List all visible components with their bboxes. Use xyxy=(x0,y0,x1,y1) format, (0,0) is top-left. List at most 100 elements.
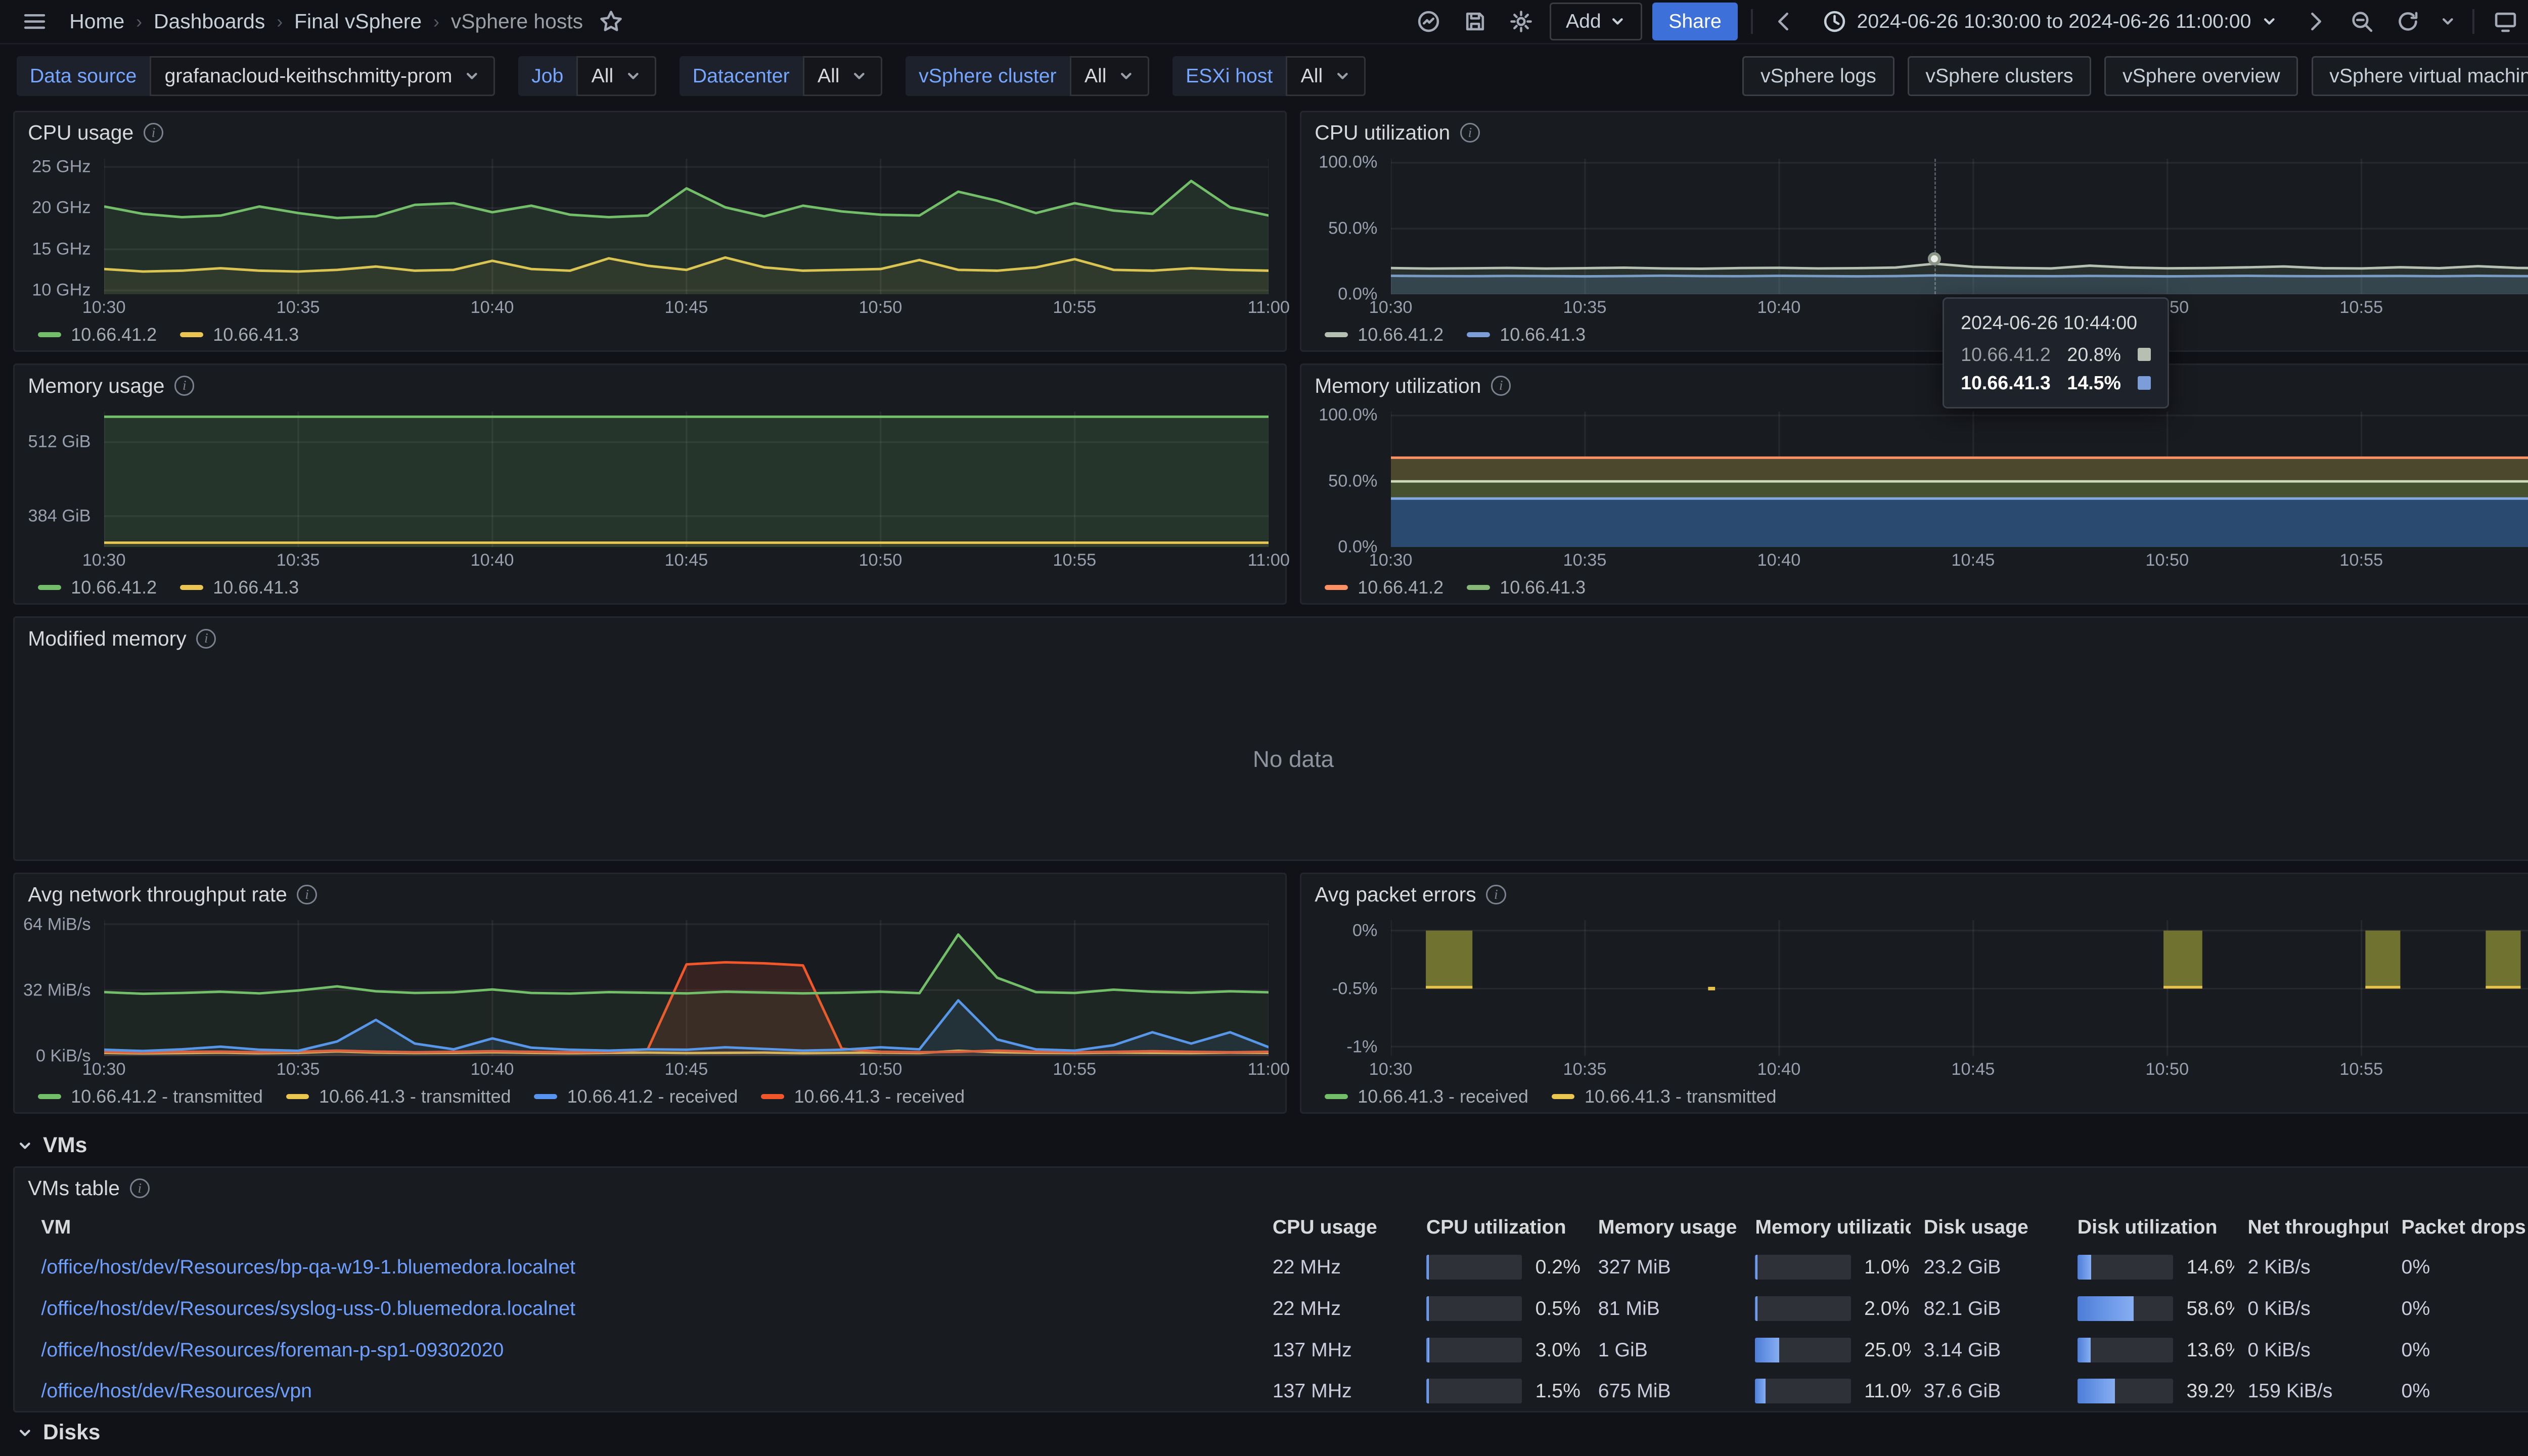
info-icon[interactable]: i xyxy=(1486,885,1506,904)
y-axis-label: -1% xyxy=(1346,1037,1377,1057)
tooltip-series-name: 10.66.41.2 xyxy=(1961,344,2051,366)
legend-item[interactable]: 10.66.41.2 xyxy=(1325,577,1443,598)
column-header[interactable]: Disk usage xyxy=(1911,1209,2064,1247)
breadcrumb-dashboards[interactable]: Dashboards xyxy=(154,10,265,33)
link-vsphere-overview[interactable]: vSphere overview xyxy=(2104,56,2298,96)
dashboard-settings-icon[interactable] xyxy=(1503,5,1540,38)
breadcrumb-folder[interactable]: Final vSphere xyxy=(294,10,422,33)
kiosk-mode-icon[interactable] xyxy=(2488,5,2524,38)
legend-swatch xyxy=(38,332,61,337)
time-shift-back-icon[interactable] xyxy=(1766,5,1802,38)
vm-link[interactable]: /office/host/dev/Resources/foreman-p-sp1… xyxy=(41,1339,504,1361)
legend-label: 10.66.41.3 - transmitted xyxy=(319,1086,511,1107)
share-button[interactable]: Share xyxy=(1652,3,1738,40)
legend-swatch xyxy=(38,585,61,590)
legend-item[interactable]: 10.66.41.2 - transmitted xyxy=(38,1086,263,1107)
time-range-picker[interactable]: 2024-06-26 10:30:00 to 2024-06-26 11:00:… xyxy=(1812,3,2287,40)
info-icon[interactable]: i xyxy=(130,1178,150,1198)
vm-link[interactable]: /office/host/dev/Resources/syslog-uss-0.… xyxy=(41,1297,575,1320)
datacenter-select[interactable]: All xyxy=(803,56,882,96)
x-axis-label: 10:50 xyxy=(2145,551,2189,570)
plot-memory-usage[interactable] xyxy=(104,412,1269,548)
job-select[interactable]: All xyxy=(576,56,656,96)
legend-item[interactable]: 10.66.41.2 - received xyxy=(534,1086,738,1107)
chart-canvas xyxy=(104,412,1269,548)
x-axis-label: 10:40 xyxy=(471,298,514,317)
panel-header: Avg packet errors i xyxy=(1301,874,2528,916)
legend-item[interactable]: 10.66.41.2 xyxy=(1325,324,1443,345)
esxi-host-select[interactable]: All xyxy=(1286,56,1365,96)
info-icon[interactable]: i xyxy=(1491,376,1511,395)
column-header[interactable]: VM xyxy=(28,1209,1259,1247)
legend-item[interactable]: 10.66.41.3 xyxy=(1467,324,1586,345)
datasource-select[interactable]: grafanacloud-keithschmitty-prom xyxy=(150,56,495,96)
info-icon[interactable]: i xyxy=(297,885,317,904)
plot-cpu-usage[interactable] xyxy=(104,159,1269,295)
cluster-select[interactable]: All xyxy=(1070,56,1149,96)
panel-header: CPU usage i xyxy=(15,112,1285,154)
legend-item[interactable]: 10.66.41.3 xyxy=(180,577,299,598)
table-cell: 1.5% xyxy=(1413,1371,1585,1412)
link-vsphere-logs[interactable]: vSphere logs xyxy=(1742,56,1894,96)
refresh-interval-caret[interactable] xyxy=(2436,5,2460,38)
plot-network-throughput[interactable] xyxy=(104,920,1269,1056)
link-vsphere-virtual-machines[interactable]: vSphere virtual machines xyxy=(2312,56,2528,96)
legend-swatch xyxy=(1467,332,1490,337)
y-axis-label: 25 GHz xyxy=(32,157,91,176)
table-cell: 82.1 GiB xyxy=(1911,1288,2064,1330)
gauge-fill xyxy=(1426,1379,1429,1403)
plot-cpu-utilization[interactable] xyxy=(1391,159,2528,295)
refresh-icon[interactable] xyxy=(2390,5,2426,38)
info-icon[interactable]: i xyxy=(144,123,163,143)
column-header[interactable]: CPU usage xyxy=(1259,1209,1413,1247)
breadcrumb-home[interactable]: Home xyxy=(69,10,124,33)
legend-item[interactable]: 10.66.41.3 xyxy=(1467,577,1586,598)
legend-item[interactable]: 10.66.41.2 xyxy=(38,324,157,345)
menu-toggle-icon[interactable] xyxy=(17,5,53,38)
chevron-down-icon xyxy=(851,68,868,84)
vm-cell: /office/host/dev/Resources/syslog-uss-0.… xyxy=(28,1288,1259,1330)
plot-memory-utilization[interactable] xyxy=(1391,412,2528,548)
column-header[interactable]: Memory usage xyxy=(1585,1209,1742,1247)
divider xyxy=(1751,9,1752,34)
gauge-value: 39.2% xyxy=(2187,1380,2235,1402)
x-axis-label: 11:00 xyxy=(1248,298,1290,317)
legend-item[interactable]: 10.66.41.3 - transmitted xyxy=(1552,1086,1777,1107)
plot-packet-errors[interactable] xyxy=(1391,920,2528,1056)
section-vms[interactable]: VMs xyxy=(13,1125,2528,1166)
zoom-out-icon[interactable] xyxy=(2344,5,2380,38)
panel-title: Modified memory xyxy=(28,627,186,651)
column-header[interactable]: Net throughput xyxy=(2234,1209,2388,1247)
column-header[interactable]: Memory utilization xyxy=(1742,1209,1910,1247)
legend-item[interactable]: 10.66.41.3 - transmitted xyxy=(286,1086,511,1107)
info-icon[interactable]: i xyxy=(1460,123,1480,143)
y-axis: 100.0%50.0%0.0% xyxy=(1315,412,1384,548)
x-axis-label: 10:40 xyxy=(1757,1060,1800,1079)
vm-link[interactable]: /office/host/dev/Resources/bp-qa-w19-1.b… xyxy=(41,1256,575,1278)
column-header[interactable]: Disk utilization xyxy=(2064,1209,2235,1247)
table-cell: 327 MiB xyxy=(1585,1247,1742,1288)
add-button-label: Add xyxy=(1566,10,1601,33)
link-vsphere-clusters[interactable]: vSphere clusters xyxy=(1908,56,2091,96)
cluster-value: All xyxy=(1085,65,1107,87)
x-axis: 10:3010:3510:4010:4510:5010:5511:00 xyxy=(104,296,1269,319)
column-header[interactable]: CPU utilization xyxy=(1413,1209,1585,1247)
column-header[interactable]: Packet drops xyxy=(2388,1209,2528,1247)
legend-item[interactable]: 10.66.41.3 xyxy=(180,324,299,345)
time-range-text: 2024-06-26 10:30:00 to 2024-06-26 11:00:… xyxy=(1857,10,2251,33)
save-dashboard-icon[interactable] xyxy=(1457,5,1494,38)
legend-item[interactable]: 10.66.41.2 xyxy=(38,577,157,598)
gauge-fill xyxy=(1755,1338,1779,1362)
gauge-track xyxy=(1426,1338,1522,1362)
insights-icon[interactable] xyxy=(1411,5,1447,38)
info-icon[interactable]: i xyxy=(174,376,194,395)
legend-item[interactable]: 10.66.41.3 - received xyxy=(761,1086,965,1107)
add-button[interactable]: Add xyxy=(1550,3,1643,40)
section-disks[interactable]: Disks xyxy=(13,1413,2528,1453)
vm-link[interactable]: /office/host/dev/Resources/vpn xyxy=(41,1380,312,1402)
legend-item[interactable]: 10.66.41.3 - received xyxy=(1325,1086,1528,1107)
favorite-star-icon[interactable] xyxy=(593,5,629,38)
info-icon[interactable]: i xyxy=(196,629,216,649)
time-shift-forward-icon[interactable] xyxy=(2297,5,2334,38)
gauge-track xyxy=(1426,1296,1522,1321)
